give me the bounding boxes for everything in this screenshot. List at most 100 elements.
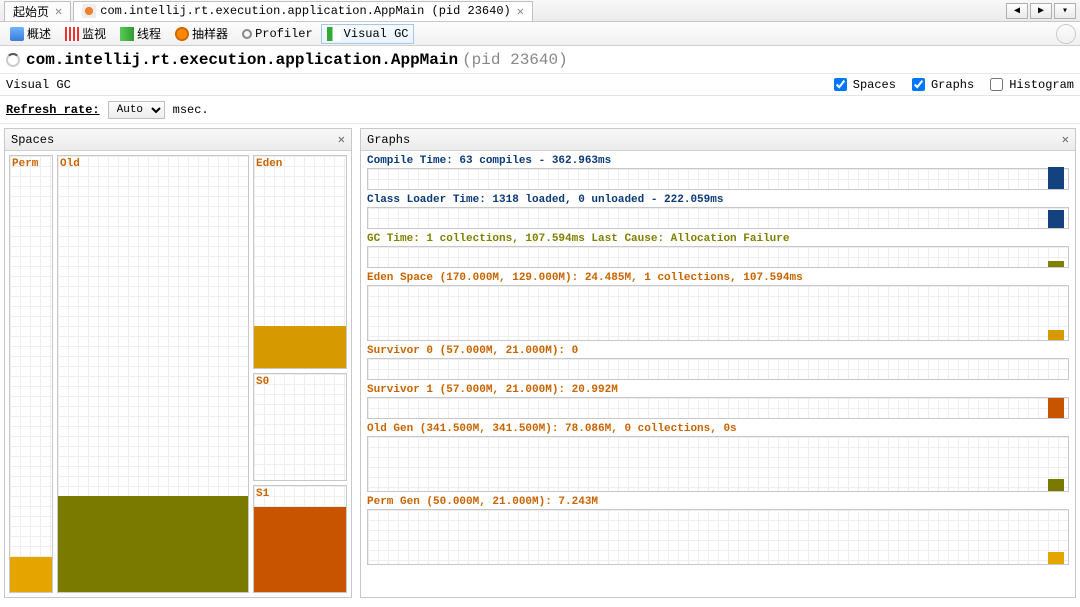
graphs-pane: Graphs ✕ Compile Time: 63 compiles - 362… — [360, 128, 1076, 598]
close-icon[interactable]: ✕ — [338, 132, 345, 147]
graph-strip — [367, 436, 1069, 492]
tab-threads[interactable]: 线程 — [114, 22, 167, 45]
profiler-icon — [242, 29, 252, 39]
graphs-pane-title: Graphs — [367, 133, 410, 147]
space-eden-label: Eden — [256, 158, 282, 170]
check-spaces-input[interactable] — [834, 78, 847, 91]
graph-row: Old Gen (341.500M, 341.500M): 78.086M, 0… — [367, 423, 1069, 492]
graph-title: Class Loader Time: 1318 loaded, 0 unload… — [367, 194, 1069, 206]
spaces-body: Perm Old Eden S0 — [5, 151, 351, 597]
check-histogram[interactable]: Histogram — [986, 75, 1074, 94]
graph-strip — [367, 285, 1069, 341]
view-options-bar: Visual GC Spaces Graphs Histogram — [0, 74, 1080, 96]
graph-title: Perm Gen (50.000M, 21.000M): 7.243M — [367, 496, 1069, 508]
check-graphs[interactable]: Graphs — [908, 75, 974, 94]
monitor-icon — [65, 27, 79, 41]
check-graphs-label: Graphs — [931, 78, 974, 92]
title-bar: com.intellij.rt.execution.application.Ap… — [0, 46, 1080, 74]
tab-application-label: com.intellij.rt.execution.application.Ap… — [100, 4, 510, 18]
close-icon[interactable]: ✕ — [517, 4, 524, 19]
graph-title: Survivor 1 (57.000M, 21.000M): 20.992M — [367, 384, 1069, 396]
graph-blip — [1048, 552, 1064, 564]
space-s0: S0 — [253, 373, 347, 481]
loading-icon — [6, 53, 20, 67]
graph-strip — [367, 397, 1069, 419]
refresh-rate-unit: msec. — [173, 103, 209, 117]
graph-blip — [1048, 330, 1064, 340]
graph-strip — [367, 358, 1069, 380]
graph-blip — [1048, 479, 1064, 491]
space-eden: Eden — [253, 155, 347, 369]
space-s1-label: S1 — [256, 488, 269, 500]
graph-title: GC Time: 1 collections, 107.594ms Last C… — [367, 233, 1069, 245]
tab-overview-label: 概述 — [27, 25, 51, 42]
graph-row: GC Time: 1 collections, 107.594ms Last C… — [367, 233, 1069, 268]
tab-threads-label: 线程 — [137, 25, 161, 42]
sub-header-label: Visual GC — [6, 78, 71, 92]
visualgc-icon — [327, 27, 341, 41]
tab-start-page-label: 起始页 — [13, 3, 49, 20]
close-icon[interactable]: ✕ — [55, 4, 62, 19]
graph-row: Class Loader Time: 1318 loaded, 0 unload… — [367, 194, 1069, 229]
graph-title: Survivor 0 (57.000M, 21.000M): 0 — [367, 345, 1069, 357]
tab-application[interactable]: com.intellij.rt.execution.application.Ap… — [73, 1, 533, 21]
graph-row: Perm Gen (50.000M, 21.000M): 7.243M — [367, 496, 1069, 565]
graph-title: Compile Time: 63 compiles - 362.963ms — [367, 155, 1069, 167]
graph-blip — [1048, 398, 1064, 418]
graph-row: Compile Time: 63 compiles - 362.963ms — [367, 155, 1069, 190]
graph-strip — [367, 509, 1069, 565]
graph-strip — [367, 207, 1069, 229]
check-spaces-label: Spaces — [853, 78, 896, 92]
tab-visualgc-label: Visual GC — [344, 27, 409, 41]
tool-tabs: 概述 监视 线程 抽样器 Profiler Visual GC — [0, 22, 1080, 46]
content-area: Spaces ✕ Perm Old Eden — [0, 124, 1080, 602]
space-eden-fill — [254, 326, 346, 368]
window-menu-button[interactable]: ▾ — [1054, 3, 1076, 19]
check-histogram-input[interactable] — [990, 78, 1003, 91]
space-old-label: Old — [60, 158, 80, 170]
graph-blip — [1048, 167, 1064, 189]
refresh-bar: Refresh rate: Auto msec. — [0, 96, 1080, 124]
check-graphs-input[interactable] — [912, 78, 925, 91]
space-old-fill — [58, 496, 248, 592]
spaces-pane-header: Spaces ✕ — [5, 129, 351, 151]
graphs-pane-header: Graphs ✕ — [361, 129, 1075, 151]
graph-blip — [1048, 261, 1064, 267]
page-title-pid: (pid 23640) — [462, 51, 568, 69]
sampler-icon — [175, 27, 189, 41]
graph-row: Eden Space (170.000M, 129.000M): 24.485M… — [367, 272, 1069, 341]
space-s1-fill — [254, 507, 346, 592]
graph-row: Survivor 0 (57.000M, 21.000M): 0 — [367, 345, 1069, 380]
check-histogram-label: Histogram — [1009, 78, 1074, 92]
check-spaces[interactable]: Spaces — [830, 75, 896, 94]
space-s0-label: S0 — [256, 376, 269, 388]
java-icon — [82, 4, 96, 18]
graphs-body: Compile Time: 63 compiles - 362.963ms Cla… — [361, 151, 1075, 597]
refresh-rate-select[interactable]: Auto — [108, 101, 165, 119]
document-tabs: 起始页 ✕ com.intellij.rt.execution.applicat… — [0, 0, 1080, 22]
overview-icon — [10, 27, 24, 41]
graph-title: Old Gen (341.500M, 341.500M): 78.086M, 0… — [367, 423, 1069, 435]
tab-monitor-label: 监视 — [82, 25, 106, 42]
graph-row: Survivor 1 (57.000M, 21.000M): 20.992M — [367, 384, 1069, 419]
tab-profiler[interactable]: Profiler — [236, 24, 319, 44]
close-icon[interactable]: ✕ — [1062, 132, 1069, 147]
refresh-rate-label: Refresh rate: — [6, 103, 100, 117]
spaces-pane: Spaces ✕ Perm Old Eden — [4, 128, 352, 598]
tab-overview[interactable]: 概述 — [4, 22, 57, 45]
tab-sampler-label: 抽样器 — [192, 25, 228, 42]
space-old: Old — [57, 155, 249, 593]
spaces-pane-title: Spaces — [11, 133, 54, 147]
tab-start-page[interactable]: 起始页 ✕ — [4, 1, 71, 21]
tab-visualgc[interactable]: Visual GC — [321, 24, 415, 44]
threads-icon — [120, 27, 134, 41]
space-perm: Perm — [9, 155, 53, 593]
page-title: com.intellij.rt.execution.application.Ap… — [26, 51, 458, 69]
window-next-button[interactable]: ▶ — [1030, 3, 1052, 19]
refresh-icon[interactable] — [1056, 24, 1076, 44]
tab-monitor[interactable]: 监视 — [59, 22, 112, 45]
window-prev-button[interactable]: ◀ — [1006, 3, 1028, 19]
graph-strip — [367, 246, 1069, 268]
tab-sampler[interactable]: 抽样器 — [169, 22, 234, 45]
graph-title: Eden Space (170.000M, 129.000M): 24.485M… — [367, 272, 1069, 284]
